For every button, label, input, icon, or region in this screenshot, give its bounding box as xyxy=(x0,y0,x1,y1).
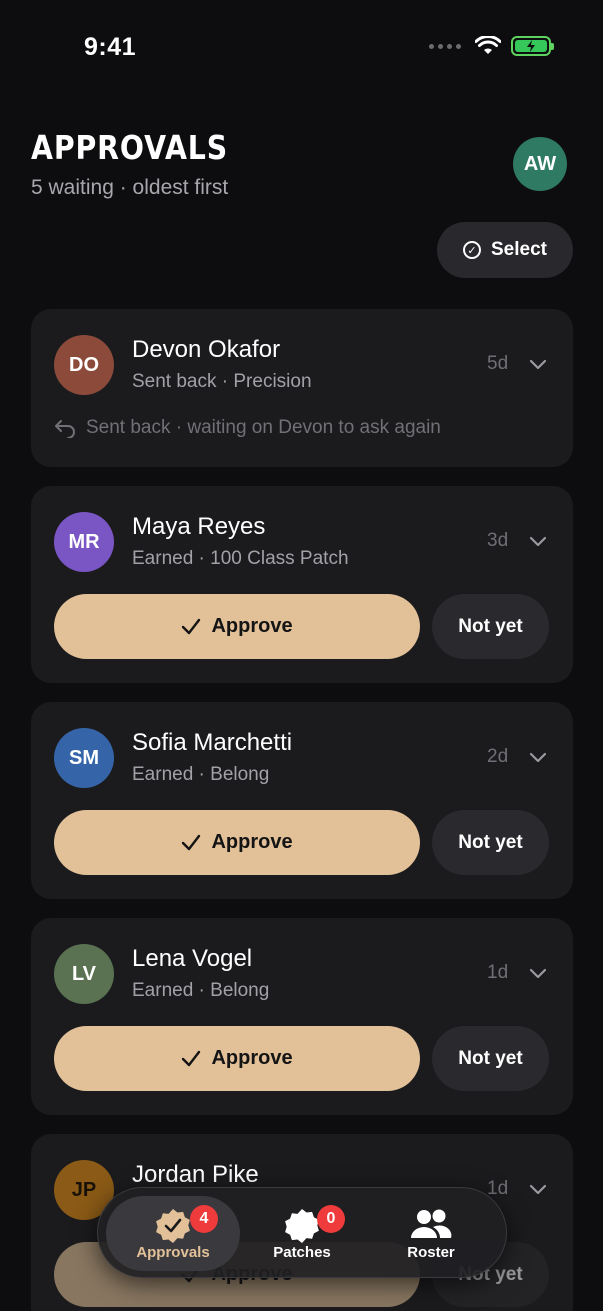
approval-card[interactable]: MR Maya Reyes Earned · 100 Class Patch 3… xyxy=(31,486,573,683)
approve-label: Approve xyxy=(211,1047,293,1069)
approvals-badge: 4 xyxy=(190,1205,218,1233)
student-name: Sofia Marchetti xyxy=(132,729,293,756)
approve-button[interactable]: Approve xyxy=(54,810,420,875)
student-name: Devon Okafor xyxy=(132,336,281,363)
select-button-label: Select xyxy=(491,239,547,260)
patches-badge: 0 xyxy=(317,1205,345,1233)
not-yet-button[interactable]: Not yet xyxy=(432,1026,549,1091)
not-yet-button[interactable]: Not yet xyxy=(432,594,549,659)
page-subtitle: 5 waiting · oldest first xyxy=(31,176,229,199)
tab-roster-label: Roster xyxy=(407,1244,455,1261)
tab-patches-label: Patches xyxy=(273,1244,331,1261)
avatar: MR xyxy=(54,512,114,572)
tab-approvals-label: Approvals xyxy=(136,1244,210,1261)
student-name: Lena Vogel xyxy=(132,945,253,972)
approve-label: Approve xyxy=(211,615,293,637)
age-label: 5d xyxy=(487,353,509,374)
patch-icon xyxy=(285,1209,319,1243)
chevron-down-icon[interactable] xyxy=(527,746,549,768)
checkmark-icon xyxy=(182,618,201,634)
approval-subtitle: Earned · 100 Class Patch xyxy=(132,548,349,569)
avatar: SM xyxy=(54,728,114,788)
age-label: 2d xyxy=(487,746,509,767)
wifi-icon xyxy=(475,36,501,54)
battery-charging-icon xyxy=(511,36,554,56)
chevron-down-icon[interactable] xyxy=(527,1178,549,1200)
status-bar: 9:41 xyxy=(0,0,603,96)
approval-card[interactable]: SM Sofia Marchetti Earned · Belong 2d Ap… xyxy=(31,702,573,899)
approval-card[interactable]: DO Devon Okafor Sent back · Precision 5d… xyxy=(31,309,573,467)
chevron-down-icon[interactable] xyxy=(527,962,549,984)
status-time: 9:41 xyxy=(84,33,137,61)
people-icon xyxy=(411,1209,452,1238)
select-button[interactable]: ✓ Select xyxy=(437,222,573,278)
age-label: 1d xyxy=(487,962,509,983)
approve-button[interactable]: Approve xyxy=(54,594,420,659)
sent-back-note: Sent back · waiting on Devon to ask agai… xyxy=(54,417,441,439)
approval-subtitle: Earned · Belong xyxy=(132,980,270,1001)
approve-label: Approve xyxy=(211,831,293,853)
user-avatar[interactable]: AW xyxy=(513,137,567,191)
seal-check-icon xyxy=(156,1209,190,1243)
student-name: Maya Reyes xyxy=(132,513,266,540)
check-circle-icon: ✓ xyxy=(463,241,481,259)
chevron-down-icon[interactable] xyxy=(527,353,549,375)
avatar: DO xyxy=(54,335,114,395)
approval-subtitle: Earned · Belong xyxy=(132,764,270,785)
approval-card[interactable]: LV Lena Vogel Earned · Belong 1d Approve… xyxy=(31,918,573,1115)
return-arrow-icon xyxy=(55,420,75,438)
student-name: Jordan Pike xyxy=(132,1161,259,1188)
age-label: 3d xyxy=(487,530,509,551)
not-yet-button[interactable]: Not yet xyxy=(432,810,549,875)
chevron-down-icon[interactable] xyxy=(527,530,549,552)
page-title: APPROVALS xyxy=(31,128,229,167)
approve-button[interactable]: Approve xyxy=(54,1026,420,1091)
approval-subtitle: Sent back · Precision xyxy=(132,371,312,392)
tab-patches[interactable]: 0 Patches xyxy=(235,1196,369,1271)
sent-back-note-text: Sent back · waiting on Devon to ask agai… xyxy=(86,417,441,438)
cellular-signal-icon xyxy=(429,43,461,49)
tab-bar: 4 Approvals 0 Patches Roster xyxy=(97,1187,507,1278)
checkmark-icon xyxy=(182,834,201,850)
tab-approvals[interactable]: 4 Approvals xyxy=(106,1196,240,1271)
avatar: LV xyxy=(54,944,114,1004)
status-icons xyxy=(429,36,554,56)
tab-roster[interactable]: Roster xyxy=(364,1196,498,1271)
checkmark-icon xyxy=(182,1050,201,1066)
